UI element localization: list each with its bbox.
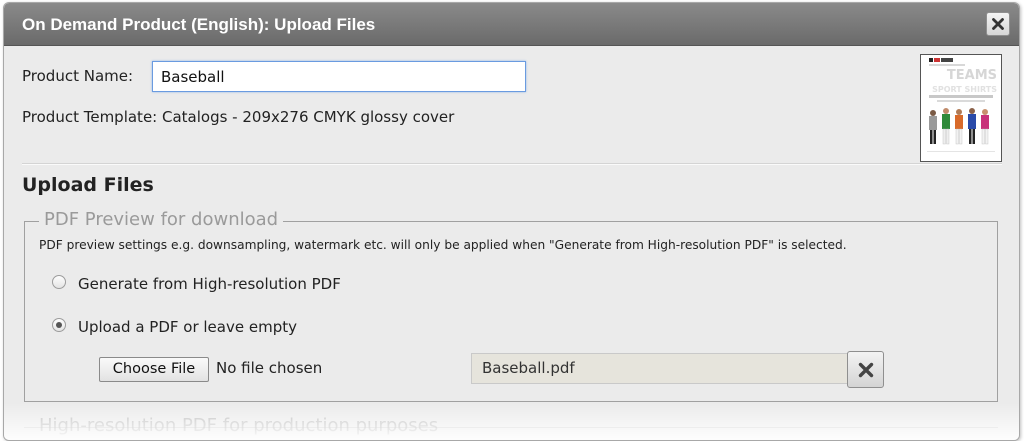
product-name-input[interactable] <box>152 61 526 92</box>
upload-files-dialog: On Demand Product (English): Upload File… <box>3 2 1020 441</box>
clear-file-button[interactable] <box>847 351 884 388</box>
product-name-label: Product Name: <box>22 67 134 85</box>
radio-upload-pdf-label[interactable]: Upload a PDF or leave empty <box>78 318 297 336</box>
upload-files-heading: Upload Files <box>22 174 154 196</box>
section-divider <box>22 163 1002 165</box>
close-icon <box>858 362 873 377</box>
pdf-preview-legend: PDF Preview for download <box>39 209 284 230</box>
product-template-text: Product Template: Catalogs - 209x276 CMY… <box>22 108 455 126</box>
uploaded-file-name-field: Baseball.pdf <box>471 353 848 384</box>
radio-upload-pdf[interactable] <box>52 318 66 332</box>
pdf-preview-hint: PDF preview settings e.g. downsampling, … <box>39 238 847 252</box>
close-icon <box>992 18 1004 30</box>
radio-generate-from-hires-label[interactable]: Generate from High-resolution PDF <box>78 275 341 293</box>
thumbnail-image: TEAMS SPORT SHIRTS <box>921 55 1001 161</box>
dialog-title: On Demand Product (English): Upload File… <box>22 15 376 34</box>
radio-selected-dot <box>56 322 62 328</box>
radio-generate-from-hires[interactable] <box>52 275 66 289</box>
hires-pdf-legend: High-resolution PDF for production purpo… <box>39 415 439 436</box>
file-status-text: No file chosen <box>216 359 323 377</box>
choose-file-button[interactable]: Choose File <box>99 357 209 382</box>
product-thumbnail: TEAMS SPORT SHIRTS <box>920 54 1002 162</box>
thumbnail-heading: TEAMS <box>947 68 997 83</box>
thumbnail-subheading: SPORT SHIRTS <box>932 85 997 94</box>
dialog-close-button[interactable] <box>986 12 1010 36</box>
dialog-titlebar[interactable]: On Demand Product (English): Upload File… <box>4 3 1019 46</box>
